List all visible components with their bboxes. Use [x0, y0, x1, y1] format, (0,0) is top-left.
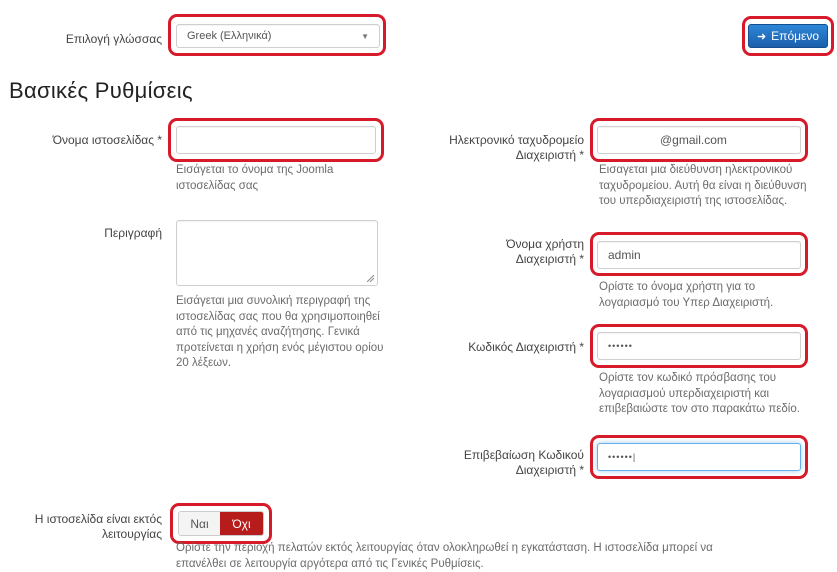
offline-no-label: Όχι	[232, 516, 251, 531]
admin-password-label: Κωδικός Διαχειριστή *	[468, 340, 584, 354]
chevron-down-icon: ▼	[361, 31, 369, 41]
admin-password-value: ••••••	[608, 341, 633, 351]
language-select[interactable]: Greek (Ελληνικά) ▼	[176, 24, 380, 48]
admin-username-input[interactable]: admin	[597, 241, 801, 269]
site-name-label: Όνομα ιστοσελίδας *	[52, 133, 162, 147]
description-label: Περιγραφή	[104, 226, 162, 240]
admin-username-help: Ορίστε το όνομα χρήστη για το λογαριασμό …	[599, 281, 774, 309]
language-label: Επιλογή γλώσσας	[65, 32, 162, 46]
confirm-password-label: Επιβεβαίωση Κωδικού Διαχειριστή *	[463, 448, 584, 477]
offline-help: Ορίστε την περιοχή πελατών εκτός λειτουρ…	[176, 542, 713, 570]
description-help: Εισάγεται μια συνολική περιγραφή της ιστο…	[176, 295, 384, 369]
admin-username-value: admin	[608, 248, 641, 262]
offline-yes-label: Ναι	[190, 516, 209, 531]
language-selected-value: Greek (Ελληνικά)	[187, 30, 272, 42]
admin-username-label: Όνομα χρήστη Διαχειριστή *	[506, 237, 584, 266]
page-title: Βασικές Ρυθμίσεις	[9, 78, 193, 103]
admin-email-input[interactable]: @gmail.com	[597, 126, 801, 154]
arrow-right-icon: ➜	[756, 30, 767, 43]
next-button[interactable]: ➜ Επόμενο	[748, 24, 828, 48]
confirm-password-value: ••••••|	[608, 452, 637, 462]
offline-toggle[interactable]: Ναι Όχι	[178, 511, 264, 536]
next-button-label: Επόμενο	[771, 29, 820, 43]
confirm-password-input[interactable]: ••••••|	[597, 443, 801, 471]
admin-password-input[interactable]: ••••••	[597, 332, 801, 360]
site-name-input[interactable]	[176, 126, 376, 154]
admin-password-help: Ορίστε τον κωδικό πρόσβασης του λογαριασμ…	[599, 372, 800, 415]
resize-grip-icon[interactable]	[367, 275, 374, 282]
site-name-help: Εισάγεται το όνομα της Joomla ιστοσελίδας…	[176, 164, 334, 192]
offline-label: Η ιστοσελίδα είναι εκτός λειτουργίας	[34, 512, 162, 541]
admin-email-help: Εισαγεται μια διεύθυνση ηλεκτρονικού ταχυ…	[599, 164, 807, 207]
offline-yes-option[interactable]: Ναι	[179, 512, 221, 535]
admin-email-value: @gmail.com	[660, 133, 727, 147]
offline-no-option[interactable]: Όχι	[220, 512, 263, 535]
admin-email-label: Ηλεκτρονικό ταχυδρομείο Διαχειριστή *	[449, 133, 584, 162]
description-textarea[interactable]	[176, 220, 378, 286]
